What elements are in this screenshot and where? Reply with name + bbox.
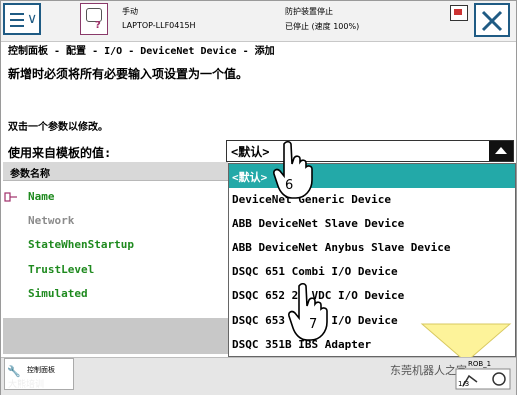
- step-6-label: 6: [285, 178, 294, 193]
- param-row-network[interactable]: Network: [28, 214, 74, 227]
- status-icon[interactable]: [450, 5, 468, 21]
- dropdown-item[interactable]: ABB DeviceNet Slave Device: [229, 212, 515, 236]
- mode-text: 手动: [122, 7, 138, 16]
- close-icon: [481, 10, 503, 32]
- param-row-statewhenstartup[interactable]: StateWhenStartup: [28, 238, 134, 251]
- template-select[interactable]: <默认>: [226, 140, 514, 162]
- close-button[interactable]: [474, 3, 510, 37]
- template-label: 使用来自模板的值:: [8, 146, 112, 160]
- hand-pointer-icon: [273, 140, 313, 199]
- dropdown-item[interactable]: ABB DeviceNet Anybus Slave Device: [229, 236, 515, 260]
- run-status: 已停止 (速度 100%): [285, 22, 360, 31]
- info-double-click: 双击一个参数以修改。: [8, 122, 108, 133]
- dropdown-item[interactable]: DSQC 651 Combi I/O Device: [229, 260, 515, 284]
- param-header-label: 参数名称: [10, 169, 50, 180]
- dropdown-arrow-icon[interactable]: [489, 141, 513, 161]
- watermark-small: 大熊培训: [8, 380, 45, 390]
- template-value: <默认>: [231, 145, 270, 159]
- param-table-header: 参数名称: [3, 162, 228, 181]
- menu-icon: [10, 13, 24, 31]
- param-row-name[interactable]: Name: [28, 190, 55, 203]
- param-table-footer: [3, 318, 228, 354]
- main-menu-button[interactable]: ∨: [3, 3, 41, 35]
- step-7-label: 7: [309, 317, 318, 332]
- required-icon: [4, 192, 17, 202]
- rob-label: ROB_1: [468, 360, 492, 368]
- device-name: LAPTOP-LLF0415H: [122, 21, 196, 30]
- param-row-trustlevel[interactable]: TrustLevel: [28, 263, 94, 276]
- robot-help-icon[interactable]: ?: [80, 3, 108, 35]
- top-bar: [1, 1, 516, 42]
- breadcrumb: 控制面板 - 配置 - I/O - DeviceNet Device - 添加: [8, 46, 275, 57]
- dropdown-item[interactable]: DSQC 652 24 VDC I/O Device: [229, 284, 515, 308]
- hand-pointer-icon: [288, 282, 328, 341]
- chevron-down-icon: ∨: [27, 11, 38, 27]
- safety-status: 防护装置停止: [285, 7, 333, 16]
- taskbar-panel-label: 控制面板: [27, 366, 55, 374]
- param-row-simulated[interactable]: Simulated: [28, 287, 88, 300]
- info-required: 新增时必须将所有必要输入项设置为一个值。: [8, 67, 249, 81]
- rob-fraction: 1/3: [458, 380, 470, 388]
